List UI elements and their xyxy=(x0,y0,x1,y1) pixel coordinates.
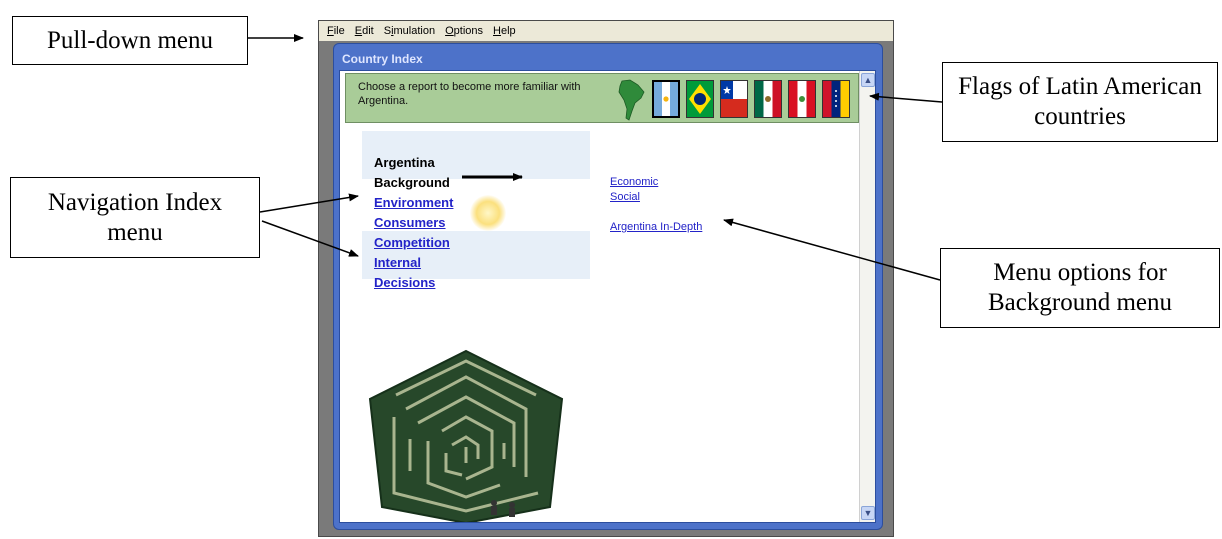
option-economic[interactable]: Economic xyxy=(610,175,702,190)
nav-item-competition[interactable]: Competition xyxy=(374,235,450,250)
sun-decoration xyxy=(470,195,506,231)
background-options: Economic Social Argentina In-Depth xyxy=(610,175,702,235)
nav-item-environment[interactable]: Environment xyxy=(374,195,453,210)
menu-simulation[interactable]: Simulation xyxy=(384,25,435,37)
annotation-menu-options: Menu options for Background menu xyxy=(940,248,1220,328)
stars-icon xyxy=(835,90,837,107)
star-icon xyxy=(723,86,731,94)
menu-bar: File Edit Simulation Options Help xyxy=(319,21,893,41)
annotation-pulldown-menu: Pull-down menu xyxy=(12,16,248,65)
flag-argentina[interactable] xyxy=(652,80,680,118)
scroll-up-button[interactable]: ▲ xyxy=(861,73,875,87)
menu-help[interactable]: Help xyxy=(493,25,516,37)
menu-file[interactable]: File xyxy=(327,25,345,37)
peru-emblem-icon xyxy=(799,96,805,102)
maze-illustration xyxy=(368,349,564,522)
vertical-scrollbar[interactable]: ▲ ▼ xyxy=(859,71,875,522)
navigation-index-menu: Argentina Background Environment Consume… xyxy=(374,153,453,293)
flag-mexico[interactable] xyxy=(754,80,782,118)
flag-chile[interactable] xyxy=(720,80,748,118)
option-in-depth[interactable]: Argentina In-Depth xyxy=(610,220,702,235)
brazil-emblem-icon xyxy=(689,84,711,114)
sun-of-may-icon xyxy=(663,96,669,102)
nav-country-title: Argentina xyxy=(374,155,435,170)
menu-options[interactable]: Options xyxy=(445,25,483,37)
nav-item-consumers[interactable]: Consumers xyxy=(374,215,446,230)
nav-item-internal[interactable]: Internal xyxy=(374,255,421,270)
content-area: Choose a report to become more familiar … xyxy=(339,70,876,523)
banner-text: Choose a report to become more familiar … xyxy=(358,81,581,107)
menu-edit[interactable]: Edit xyxy=(355,25,374,37)
nav-item-background[interactable]: Background xyxy=(374,173,453,193)
nav-item-decisions[interactable]: Decisions xyxy=(374,275,435,290)
app-window: File Edit Simulation Options Help Countr… xyxy=(318,20,894,537)
flag-brazil[interactable] xyxy=(686,80,714,118)
country-banner: Choose a report to become more familiar … xyxy=(345,73,859,123)
country-index-panel: Country Index Choose a report to become … xyxy=(333,43,883,530)
annotation-flags: Flags of Latin American countries xyxy=(942,62,1218,142)
scroll-down-button[interactable]: ▼ xyxy=(861,506,875,520)
annotation-navigation-index: Navigation Index menu xyxy=(10,177,260,258)
panel-title: Country Index xyxy=(342,52,423,66)
flag-venezuela[interactable] xyxy=(822,80,850,118)
south-america-map-icon xyxy=(618,79,645,121)
flag-peru[interactable] xyxy=(788,80,816,118)
option-social[interactable]: Social xyxy=(610,190,702,205)
mexico-emblem-icon xyxy=(765,96,771,102)
